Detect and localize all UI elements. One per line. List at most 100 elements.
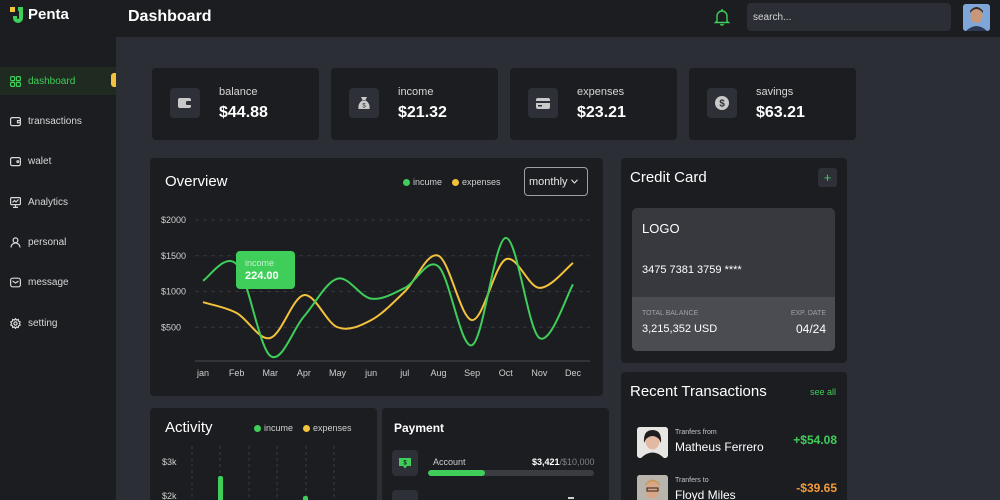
sidebar-item-transactions[interactable]: transactions: [0, 107, 116, 135]
user-icon: [10, 236, 21, 248]
sidebar-item-walet[interactable]: walet: [0, 147, 116, 175]
activity-panel: Activity incume expenses $3k $2k: [150, 408, 377, 500]
sidebar-item-dashboard[interactable]: dashboard: [0, 67, 116, 95]
dollar-coin-icon: $: [715, 96, 729, 110]
sidebar-item-label: transactions: [28, 115, 82, 127]
card-exp-date: 04/24: [795, 322, 826, 336]
x-tick-label: Oct: [499, 368, 514, 378]
x-tick-label: Apr: [297, 368, 311, 378]
activity-chart: [191, 446, 335, 500]
x-tick-label: Dec: [565, 368, 582, 378]
overview-chart: $2000 $1500 $1000 $500 jan Feb Mar Apr May jun jul…: [161, 215, 590, 378]
stat-icon-wrap: [528, 88, 558, 118]
x-tick-label: Nov: [531, 368, 548, 378]
stat-label: savings: [756, 86, 794, 98]
pay-icon-wrap: [392, 490, 418, 500]
stat-label: balance: [219, 86, 258, 98]
credit-card-panel: Credit Card + LOGO 3475 7381 3759 **** T…: [621, 158, 847, 363]
transaction-row[interactable]: Tranfers from Matheus Ferrero +$54.08: [637, 427, 837, 463]
page-title: Dashboard: [128, 8, 212, 25]
balance-label: TOTAL BALANCE: [642, 310, 699, 317]
avatar-image: [637, 427, 668, 458]
credit-card[interactable]: LOGO 3475 7381 3759 **** TOTAL BALANCE 3…: [632, 208, 835, 351]
grid-icon: [10, 75, 21, 87]
sidebar-item-label: personal: [28, 236, 67, 248]
payment-current: $3,421: [532, 457, 560, 467]
stat-card-income[interactable]: $ income $21.32: [331, 68, 498, 140]
stat-icon-wrap: $: [707, 88, 737, 118]
pay-icon-wrap: $: [392, 450, 418, 476]
app-name: Penta: [28, 6, 69, 23]
transaction-amount: -$39.65: [796, 481, 837, 495]
avatar: [637, 427, 668, 458]
activity-bar: [218, 476, 223, 500]
sidebar-item-message[interactable]: message: [0, 268, 116, 296]
bell-icon[interactable]: [714, 8, 730, 26]
stat-icon-wrap: $: [349, 88, 379, 118]
stat-value: $63.21: [756, 104, 805, 121]
add-card-button[interactable]: +: [818, 168, 837, 187]
stat-card-balance[interactable]: balance $44.88: [152, 68, 319, 140]
card-balance: 3,215,352 USD: [642, 323, 718, 335]
money-bag-icon: $: [358, 97, 370, 110]
transaction-type: Tranfers from: [675, 429, 717, 436]
payment-progress-bar: [428, 470, 594, 476]
pay-marker: [568, 497, 574, 499]
stat-value: $44.88: [219, 104, 268, 121]
sidebar-item-setting[interactable]: setting: [0, 309, 116, 337]
app-logo[interactable]: Penta: [10, 6, 69, 23]
x-tick-label: Feb: [229, 368, 245, 378]
avatar-image: [637, 475, 668, 500]
stat-value: $23.21: [577, 104, 626, 121]
transactions-title: Recent Transactions: [630, 383, 767, 400]
overview-panel: Overview incume expenses monthly $2000 $1…: [150, 158, 603, 396]
sidebar-item-label: message: [28, 276, 69, 288]
payment-title: Payment: [394, 421, 445, 435]
payment-account-label: Account: [433, 457, 466, 467]
chart-tooltip: income 224.00: [236, 251, 295, 289]
payment-max: /$10,000: [559, 457, 595, 467]
card-icon: [536, 97, 550, 109]
search-input[interactable]: [747, 3, 951, 31]
exp-label: EXP. DATE: [790, 310, 826, 317]
tooltip-value: 224.00: [245, 270, 279, 282]
sidebar-item-personal[interactable]: personal: [0, 228, 116, 256]
y-tick-label: $2000: [161, 215, 186, 225]
payment-progress-fill: [428, 470, 485, 476]
x-tick-label: jan: [196, 368, 209, 378]
stat-icon-wrap: [170, 88, 200, 118]
transaction-name: Matheus Ferrero: [675, 440, 764, 454]
stat-label: expenses: [577, 86, 625, 98]
monitor-chart-icon: [10, 196, 21, 208]
transaction-row[interactable]: Tranfers to Floyd Miles -$39.65: [637, 475, 837, 500]
x-tick-label: Aug: [430, 368, 446, 378]
x-tick-label: Sep: [464, 368, 480, 378]
transaction-amount: +$54.08: [793, 433, 837, 447]
active-indicator: [111, 73, 116, 87]
sidebar-item-label: setting: [28, 317, 58, 329]
transaction-type: Tranfers to: [675, 477, 709, 484]
y-tick-label: $500: [161, 322, 181, 332]
card-logo: LOGO: [642, 221, 680, 236]
avatar: [637, 475, 668, 500]
stat-card-expenses[interactable]: expenses $23.21: [510, 68, 677, 140]
wallet-card-icon: [10, 156, 21, 166]
gear-icon: [10, 317, 21, 329]
see-all-link[interactable]: see all: [810, 387, 836, 397]
sidebar-item-label: walet: [28, 155, 52, 167]
sidebar-item-analytics[interactable]: Analytics: [0, 188, 116, 216]
stat-value: $21.32: [398, 104, 447, 121]
sidebar: Penta dashboard transactions walet Analy…: [0, 0, 116, 500]
wallet-icon: [178, 98, 192, 108]
x-tick-label: jun: [364, 368, 377, 378]
avatar[interactable]: [963, 4, 990, 31]
activity-bar: [303, 496, 308, 500]
payment-account-value: $3,421/$10,000: [532, 457, 595, 467]
transaction-name: Floyd Miles: [675, 488, 736, 500]
x-tick-label: jul: [399, 368, 409, 378]
message-icon: [10, 277, 21, 287]
stat-card-savings[interactable]: $ savings $63.21: [689, 68, 856, 140]
card-number: 3475 7381 3759 ****: [642, 264, 742, 276]
credit-card-title: Credit Card: [630, 169, 707, 186]
sidebar-item-label: dashboard: [28, 75, 76, 87]
